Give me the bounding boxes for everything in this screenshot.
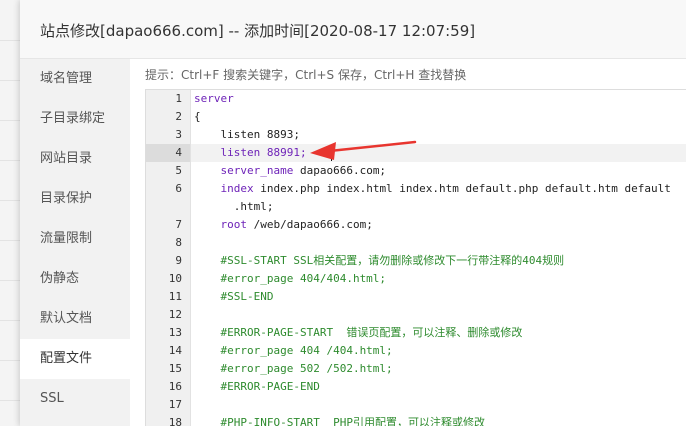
sidebar-item-site-directory[interactable]: 网站目录 [20,139,130,179]
code-area[interactable]: server { listen 8893; listen 88991; serv… [191,90,686,426]
code-line: #SSL-END [191,288,686,306]
line-number: 17 [168,398,182,411]
modal-title: 站点修改[dapao666.com] -- 添加时间[2020-08-17 12… [40,22,476,40]
code-line: #error_page 404 /404.html; [191,342,686,360]
line-number: 15 [168,362,182,375]
code-line: #error_page 502 /502.html; [191,360,686,378]
sidebar-item-config-file[interactable]: 配置文件 [20,339,130,379]
editor-hint: 提示：Ctrl+F 搜索关键字，Ctrl+S 保存，Ctrl+H 查找替换 [145,68,467,82]
sidebar-item-traffic-limit[interactable]: 流量限制 [20,219,130,259]
code-keyword: index [194,182,254,195]
code-comment: #SSL-START SSL相关配置，请勿删除或修改下一行带注释的404规则 [194,254,565,267]
code-line: index index.php index.html index.htm def… [191,180,686,198]
config-file-panel: 提示：Ctrl+F 搜索关键字，Ctrl+S 保存，Ctrl+H 查找替换 1 … [130,59,686,426]
code-comment: #ERROR-PAGE-END [194,380,320,393]
code-line-wrap: .html; [191,198,686,216]
line-number: 6 [175,182,182,195]
code-line: #error_page 404/404.html; [191,270,686,288]
code-text: .html; [194,200,274,213]
code-keyword: server_name [194,164,294,177]
code-text: dapao666.com; [293,164,387,177]
line-number: 1 [175,92,182,105]
line-number: 10 [168,272,182,285]
line-number: 18 [168,416,182,426]
line-number: 11 [168,290,182,303]
site-edit-modal: 站点修改[dapao666.com] -- 添加时间[2020-08-17 12… [20,0,686,426]
line-number: 14 [168,344,182,357]
modal-titlebar[interactable]: 站点修改[dapao666.com] -- 添加时间[2020-08-17 12… [20,0,686,59]
code-comment: #PHP-INFO-START PHP引用配置，可以注释或修改 [194,416,485,426]
code-comment: #ERROR-PAGE-START 错误页配置，可以注释、删除或修改 [194,326,523,339]
code-editor[interactable]: 1 2 3 4 5 6 7 8 9 10 11 12 13 14 15 16 1… [145,89,686,426]
code-line: #ERROR-PAGE-END [191,378,686,396]
text-cursor [331,146,332,161]
code-text: { [194,110,201,123]
sidebar-item-ssl[interactable]: SSL [20,379,130,419]
code-comment: #error_page 404 /404.html; [194,344,393,357]
code-line: server_name dapao666.com; [191,162,686,180]
code-comment: #error_page 404/404.html; [194,272,387,285]
code-line: server [191,90,686,108]
code-text: /web/dapao666.com; [246,218,373,231]
sidebar-item-dir-protection[interactable]: 目录保护 [20,179,130,219]
line-number: 5 [175,164,182,177]
code-line: #ERROR-PAGE-START 错误页配置，可以注释、删除或修改 [191,324,686,342]
code-text: listen 8893; [194,128,300,141]
code-line: #PHP-INFO-START PHP引用配置，可以注释或修改 [191,414,686,426]
line-number: 2 [175,110,182,123]
code-line: { [191,108,686,126]
code-line: #SSL-START SSL相关配置，请勿删除或修改下一行带注释的404规则 [191,252,686,270]
line-number: 8 [175,236,182,249]
line-number: 12 [168,308,182,321]
settings-sidebar: 域名管理 子目录绑定 网站目录 目录保护 流量限制 伪静态 默认文档 配置文件 … [20,59,130,426]
line-number: 7 [175,218,182,231]
line-number: 16 [168,380,182,393]
code-line: root /web/dapao666.com; [191,216,686,234]
code-text: index.php index.html index.htm default.p… [253,182,671,195]
line-number: 9 [175,254,182,267]
code-keyword: root [194,218,247,231]
code-keyword: server [194,92,234,105]
code-line-active: listen 88991; [191,144,686,162]
sidebar-item-subdir-binding[interactable]: 子目录绑定 [20,99,130,139]
background-page-edge [0,0,20,426]
sidebar-item-rewrite[interactable]: 伪静态 [20,259,130,299]
line-number-gutter: 1 2 3 4 5 6 7 8 9 10 11 12 13 14 15 16 1… [146,90,191,426]
sidebar-item-domain[interactable]: 域名管理 [20,59,130,99]
sidebar-item-default-doc[interactable]: 默认文档 [20,299,130,339]
line-number: 13 [168,326,182,339]
code-comment: #error_page 502 /502.html; [194,362,393,375]
code-line: listen 8893; [191,126,686,144]
line-number-active: 4 [146,144,190,162]
code-comment: #SSL-END [194,290,274,303]
code-text-edited: listen 88991; [194,146,307,159]
line-number: 3 [175,128,182,141]
